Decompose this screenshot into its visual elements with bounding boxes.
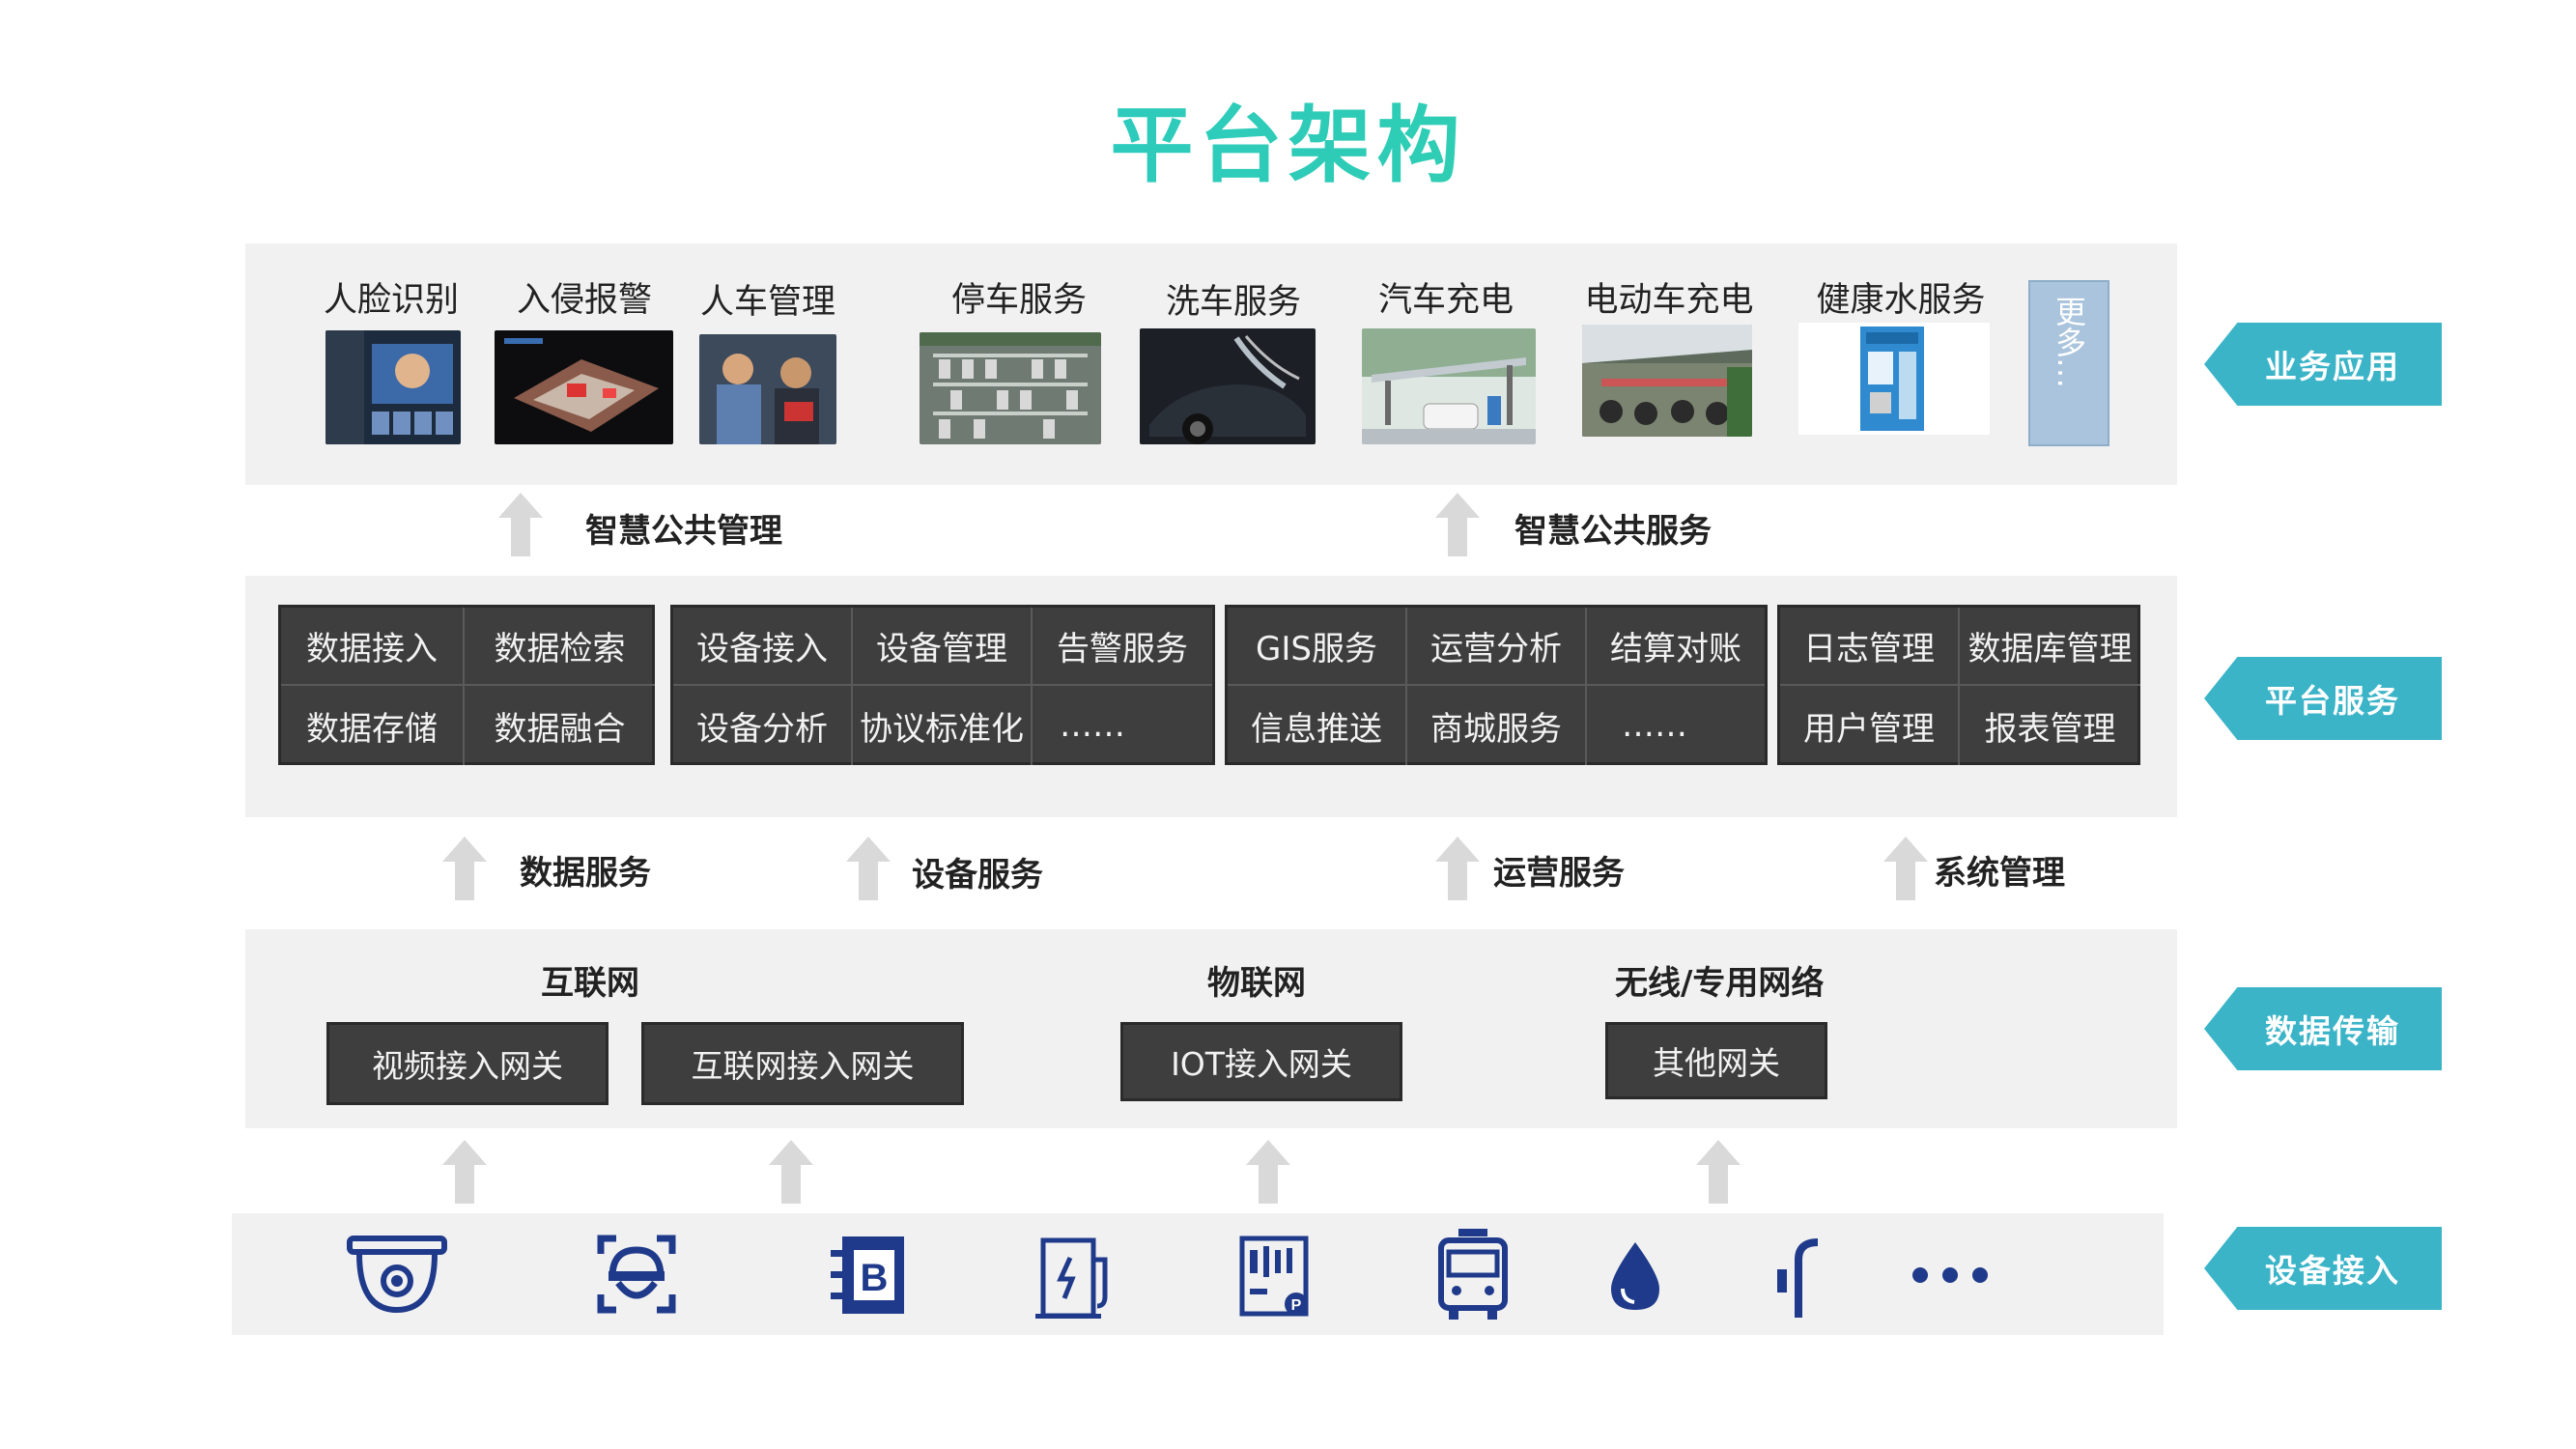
- service-cell[interactable]: ……: [1033, 686, 1212, 765]
- network-head-internet: 互联网: [541, 964, 639, 1003]
- water-kiosk-photo: [1798, 323, 1990, 435]
- up-arrow-icon: [442, 1140, 487, 1204]
- service-cell[interactable]: 信息推送: [1228, 686, 1407, 765]
- app-label-intrusion: 入侵报警: [516, 281, 652, 320]
- water-drop-icon: [1611, 1242, 1659, 1310]
- flow-label-smart-management: 智慧公共管理: [585, 512, 782, 551]
- service-cell[interactable]: 日志管理: [1780, 608, 1960, 686]
- dome-camera-icon: [347, 1236, 447, 1314]
- service-cell[interactable]: 设备分析: [673, 686, 853, 765]
- service-group-data: 数据接入 数据检索 数据存储 数据融合: [278, 605, 655, 765]
- ellipsis-icon[interactable]: [1897, 1221, 2003, 1327]
- face-recognition-photo: [326, 330, 461, 444]
- app-label-ebike-charging: 电动车充电: [1584, 281, 1754, 320]
- flow-label-system-management: 系统管理: [1934, 854, 2065, 893]
- service-cell[interactable]: 数据检索: [465, 608, 655, 686]
- up-arrow-icon: [1435, 837, 1480, 900]
- up-arrow-icon: [1246, 1140, 1290, 1204]
- app-label-face: 人脸识别: [323, 281, 459, 320]
- car-wash-photo: [1140, 328, 1316, 444]
- service-cell[interactable]: 商城服务: [1407, 686, 1587, 765]
- parking-lot-photo: [920, 332, 1101, 444]
- device-access-band: [232, 1213, 2164, 1335]
- intrusion-alarm-photo: [495, 330, 673, 444]
- parking-meter-icon: P: [1239, 1236, 1309, 1317]
- service-cell[interactable]: 数据库管理: [1960, 608, 2140, 686]
- service-cell[interactable]: 设备接入: [673, 608, 853, 686]
- up-arrow-icon: [1435, 493, 1480, 556]
- service-cell[interactable]: 协议标准化: [853, 686, 1033, 765]
- app-label-car-wash: 洗车服务: [1165, 283, 1301, 322]
- network-head-iot: 物联网: [1207, 964, 1306, 1003]
- service-group-device: 设备接入 设备管理 告警服务 设备分析 协议标准化 ……: [670, 605, 1215, 765]
- up-arrow-icon: [769, 1140, 813, 1204]
- people-vehicle-photo: [699, 334, 836, 444]
- page-title: 平台架构: [0, 77, 2576, 198]
- gateway-other[interactable]: 其他网关: [1605, 1022, 1827, 1099]
- service-cell[interactable]: GIS服务: [1228, 608, 1407, 686]
- up-arrow-icon: [846, 837, 891, 900]
- flow-label-operation-service: 运营服务: [1493, 854, 1625, 893]
- layer-tag-device: 设备接入: [2204, 1227, 2442, 1310]
- ev-charging-photo: [1362, 328, 1536, 444]
- up-arrow-icon: [442, 837, 487, 900]
- up-arrow-icon: [1696, 1140, 1741, 1204]
- up-arrow-icon: [498, 493, 543, 556]
- service-cell[interactable]: 结算对账: [1587, 608, 1765, 686]
- svg-text:B: B: [861, 1257, 889, 1299]
- service-cell[interactable]: 数据接入: [281, 608, 465, 686]
- flow-label-smart-service: 智慧公共服务: [1514, 512, 1712, 551]
- service-cell[interactable]: 设备管理: [853, 608, 1033, 686]
- app-label-people-vehicle: 人车管理: [699, 283, 835, 322]
- face-scan-icon: [597, 1235, 676, 1314]
- street-lamp-icon: [1777, 1238, 1819, 1318]
- ebike-charging-photo: [1582, 325, 1752, 437]
- flow-label-device-service: 设备服务: [912, 856, 1043, 895]
- layer-tag-business: 业务应用: [2204, 323, 2442, 406]
- svg-text:P: P: [1291, 1297, 1302, 1314]
- service-cell[interactable]: 数据存储: [281, 686, 465, 765]
- service-cell[interactable]: 报表管理: [1960, 686, 2140, 765]
- more-apps-label: 更多…: [2051, 296, 2087, 388]
- service-cell[interactable]: 告警服务: [1033, 608, 1212, 686]
- layer-tag-platform: 平台服务: [2204, 657, 2442, 740]
- app-label-ev-charging: 汽车充电: [1377, 281, 1514, 320]
- network-head-wireless: 无线/专用网络: [1615, 964, 1825, 1003]
- layer-tag-transmission: 数据传输: [2204, 987, 2442, 1070]
- service-group-system: 日志管理 数据库管理 用户管理 报表管理: [1777, 605, 2140, 765]
- gateway-iot[interactable]: IOT接入网关: [1120, 1022, 1402, 1101]
- up-arrow-icon: [1883, 837, 1928, 900]
- service-cell[interactable]: 数据融合: [465, 686, 655, 765]
- app-label-water: 健康水服务: [1816, 281, 1986, 320]
- app-label-parking: 停车服务: [950, 281, 1087, 320]
- more-apps-column[interactable]: 更多…: [2028, 280, 2109, 446]
- bluetooth-gateway-icon: B: [831, 1236, 904, 1314]
- bus-icon: [1438, 1229, 1508, 1320]
- gateway-internet[interactable]: 互联网接入网关: [641, 1022, 964, 1105]
- flow-label-data-service: 数据服务: [520, 854, 651, 893]
- service-cell[interactable]: ……: [1587, 686, 1765, 765]
- gateway-video[interactable]: 视频接入网关: [326, 1022, 609, 1105]
- charger-icon: [1035, 1237, 1108, 1319]
- service-group-operation: GIS服务 运营分析 结算对账 信息推送 商城服务 ……: [1225, 605, 1768, 765]
- service-cell[interactable]: 运营分析: [1407, 608, 1587, 686]
- service-cell[interactable]: 用户管理: [1780, 686, 1960, 765]
